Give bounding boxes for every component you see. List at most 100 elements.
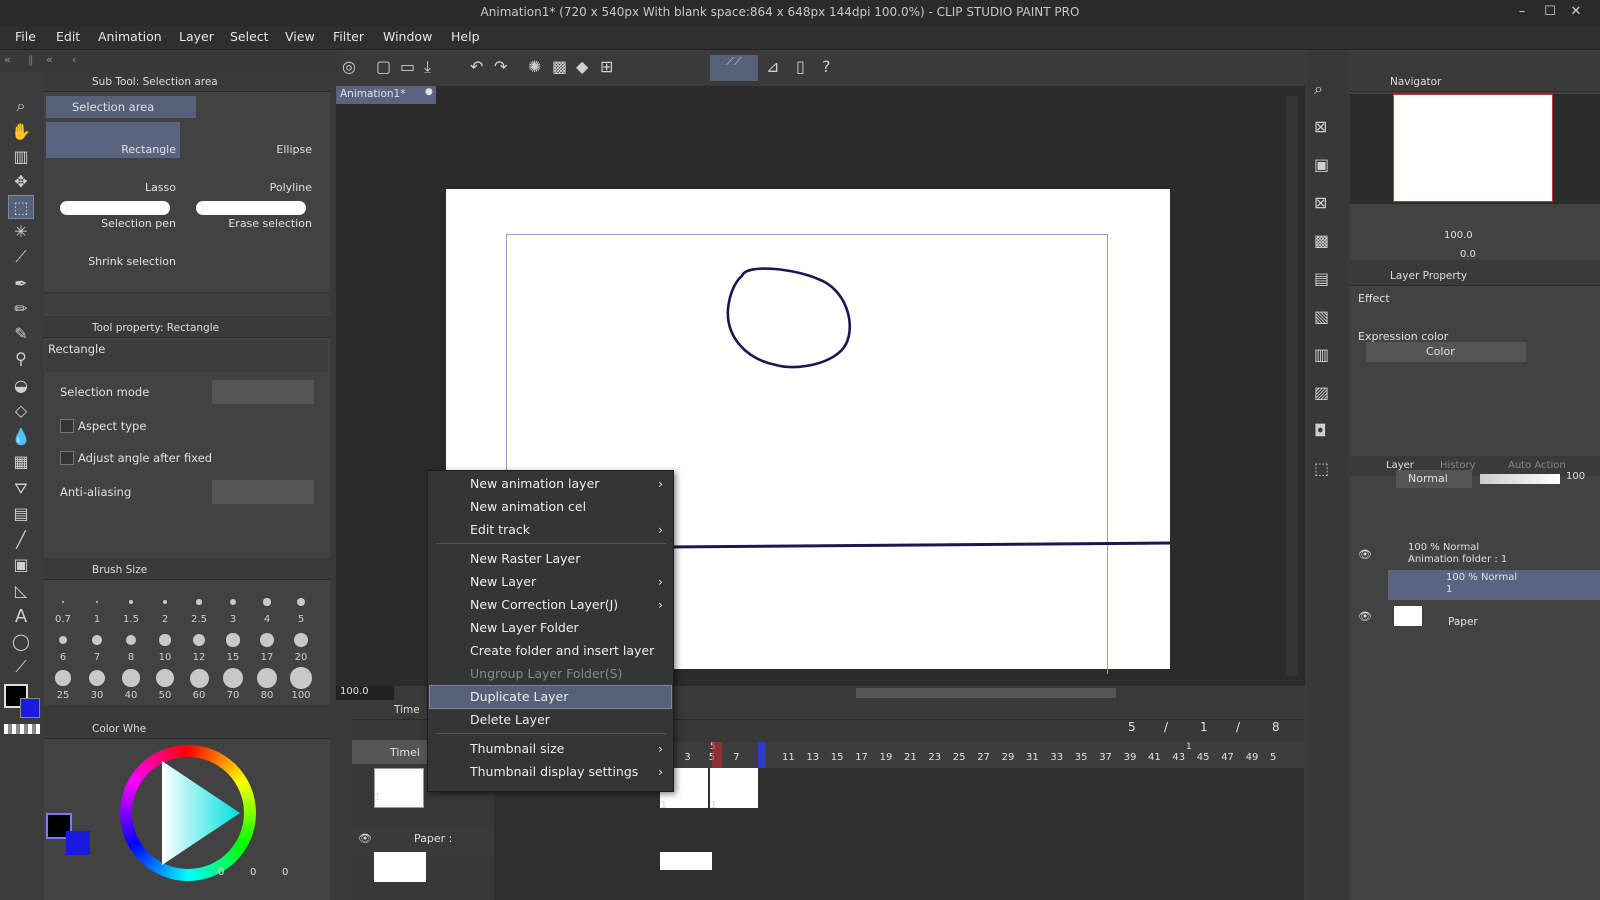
brush-size-dot[interactable]: [125, 634, 137, 646]
material-pattern-icon[interactable]: ▩: [1314, 231, 1329, 250]
save-icon[interactable]: ⤓: [424, 57, 431, 77]
search-icon[interactable]: ⌕: [1314, 79, 1323, 99]
expand-icon[interactable]: «: [46, 53, 53, 66]
transform-icon[interactable]: ⊞: [600, 57, 613, 76]
new-file-icon[interactable]: ▢: [376, 57, 391, 76]
figure-tool-icon[interactable]: ╱: [8, 528, 34, 552]
layer-row-cel[interactable]: 100 % Normal 1: [1388, 570, 1600, 600]
airbrush-tool-icon[interactable]: ⚲: [8, 347, 34, 371]
brush-size-dot[interactable]: [88, 669, 106, 687]
opacity-value[interactable]: 100: [1566, 471, 1585, 482]
material-pose-icon[interactable]: ◘: [1314, 421, 1327, 440]
brush-size-dot[interactable]: [260, 633, 274, 647]
end-marker[interactable]: [758, 742, 766, 768]
canvas-h-scrollbar[interactable]: [856, 688, 1116, 698]
canvas-tab[interactable]: Animation1* ●: [336, 86, 436, 104]
material-3d-icon[interactable]: ▧: [1314, 307, 1329, 326]
hand-tool-icon[interactable]: ✋: [8, 120, 34, 144]
context-menu-item[interactable]: Edit track ›: [430, 519, 671, 541]
context-menu-item[interactable]: Create folder and insert layer: [430, 640, 671, 662]
subtool-rectangle[interactable]: Rectangle: [46, 122, 180, 158]
snap-icon[interactable]: ⟋⟋: [710, 55, 758, 81]
tab-auto-action[interactable]: Auto Action: [1508, 460, 1566, 471]
brush-size-dot[interactable]: [95, 600, 99, 604]
brush-size-dot[interactable]: [55, 670, 71, 686]
minimize-button[interactable]: –: [1512, 4, 1532, 22]
expression-color-select[interactable]: Color: [1366, 342, 1526, 362]
brush-size-dot[interactable]: [58, 635, 68, 645]
blend-tool-icon[interactable]: 💧: [8, 425, 34, 449]
pen-tool-icon[interactable]: ✒: [8, 272, 34, 296]
opacity-slider[interactable]: [1480, 474, 1560, 484]
saturation-triangle[interactable]: [120, 745, 256, 881]
menu-help[interactable]: Help: [451, 29, 480, 44]
maximize-button[interactable]: ☐: [1540, 4, 1560, 22]
material-image-icon[interactable]: ▣: [1314, 155, 1329, 174]
transparent-color-swatch[interactable]: [4, 724, 40, 734]
brush-size-dot[interactable]: [256, 667, 278, 689]
collapse-icon[interactable]: «: [4, 53, 11, 66]
menu-view[interactable]: View: [285, 29, 315, 44]
brush-size-dot[interactable]: [226, 633, 240, 647]
canvas-v-scrollbar[interactable]: [1286, 96, 1298, 676]
sub-color-chip[interactable]: [66, 831, 90, 855]
ruler-snap-icon[interactable]: ⊿: [766, 57, 779, 76]
brush-size-dot[interactable]: [129, 600, 133, 604]
brush-size-dot[interactable]: [92, 635, 102, 645]
zoom-tool-icon[interactable]: ⌕: [8, 94, 34, 118]
selection-mode-control[interactable]: [212, 380, 314, 404]
sub-color-swatch[interactable]: [20, 698, 40, 718]
text-tool-icon[interactable]: A: [8, 605, 34, 629]
clear-outside-icon[interactable]: ▩: [552, 57, 567, 76]
aspect-type-checkbox[interactable]: [60, 419, 74, 433]
context-menu-item[interactable]: New animation layer ›: [430, 473, 671, 495]
menu-animation[interactable]: Animation: [98, 29, 162, 44]
brush-size-dot[interactable]: [192, 633, 206, 647]
brush-size-dot[interactable]: [229, 598, 237, 606]
brush-size-dot[interactable]: [293, 632, 309, 648]
context-menu-item[interactable]: Thumbnail display settings ›: [430, 761, 671, 783]
anti-aliasing-control[interactable]: [212, 480, 314, 504]
clear-icon[interactable]: ✺: [528, 57, 541, 76]
context-menu-item[interactable]: New animation cel: [430, 496, 671, 518]
decoration-tool-icon[interactable]: ◒: [8, 374, 34, 398]
brush-size-dot[interactable]: [196, 599, 202, 605]
context-menu-item[interactable]: New Raster Layer: [430, 548, 671, 570]
navigator-preview[interactable]: [1350, 94, 1600, 204]
context-menu-item[interactable]: Delete Layer: [430, 709, 671, 731]
material-figure-icon[interactable]: ⬚: [1314, 459, 1329, 478]
eye-icon[interactable]: 👁: [358, 832, 372, 845]
material-frame-icon[interactable]: ▥: [1314, 345, 1329, 364]
ruler-tool-icon[interactable]: ◺: [8, 579, 34, 603]
balloon-tool-icon[interactable]: ◯: [8, 630, 34, 654]
context-menu-item[interactable]: New Layer Folder: [430, 617, 671, 639]
brush-size-dot[interactable]: [297, 598, 305, 606]
material-icon[interactable]: ⊠: [1314, 117, 1327, 136]
redo-icon[interactable]: ↷: [494, 57, 507, 76]
eye-icon[interactable]: 👁: [1358, 548, 1372, 561]
menu-window[interactable]: Window: [383, 29, 432, 44]
blend-mode-select[interactable]: Normal: [1396, 470, 1472, 488]
mesh-tool-icon[interactable]: ▦: [8, 450, 34, 474]
adjust-angle-checkbox[interactable]: [60, 451, 74, 465]
menu-select[interactable]: Select: [230, 29, 269, 44]
close-button[interactable]: ✕: [1566, 4, 1586, 22]
help-icon[interactable]: ?: [822, 57, 831, 76]
subtool-polyline[interactable]: Polyline: [182, 160, 316, 196]
eye-icon[interactable]: 👁: [1358, 610, 1372, 623]
subtool-erase-selection[interactable]: Erase selection: [182, 196, 316, 232]
brush-size-dot[interactable]: [162, 599, 168, 605]
cel-thumb-2[interactable]: [710, 768, 758, 808]
menu-filter[interactable]: Filter: [333, 29, 364, 44]
correct-line-tool-icon[interactable]: ⟋: [8, 655, 34, 679]
clip-studio-icon[interactable]: ◎: [342, 57, 356, 76]
material-edit-icon[interactable]: ▨: [1314, 383, 1329, 402]
layer-row-folder[interactable]: 👁 100 % Normal Animation folder : 1: [1350, 540, 1600, 570]
fill-tool-icon[interactable]: ⛛: [8, 477, 34, 501]
frame-tool-icon[interactable]: ▣: [8, 553, 34, 577]
brush-size-dot[interactable]: [62, 601, 64, 603]
undo-icon[interactable]: ↶: [470, 57, 483, 76]
move-tool-icon[interactable]: ✥: [8, 170, 34, 194]
material-close-icon[interactable]: ⊠: [1314, 193, 1327, 212]
menu-layer[interactable]: Layer: [179, 29, 214, 44]
